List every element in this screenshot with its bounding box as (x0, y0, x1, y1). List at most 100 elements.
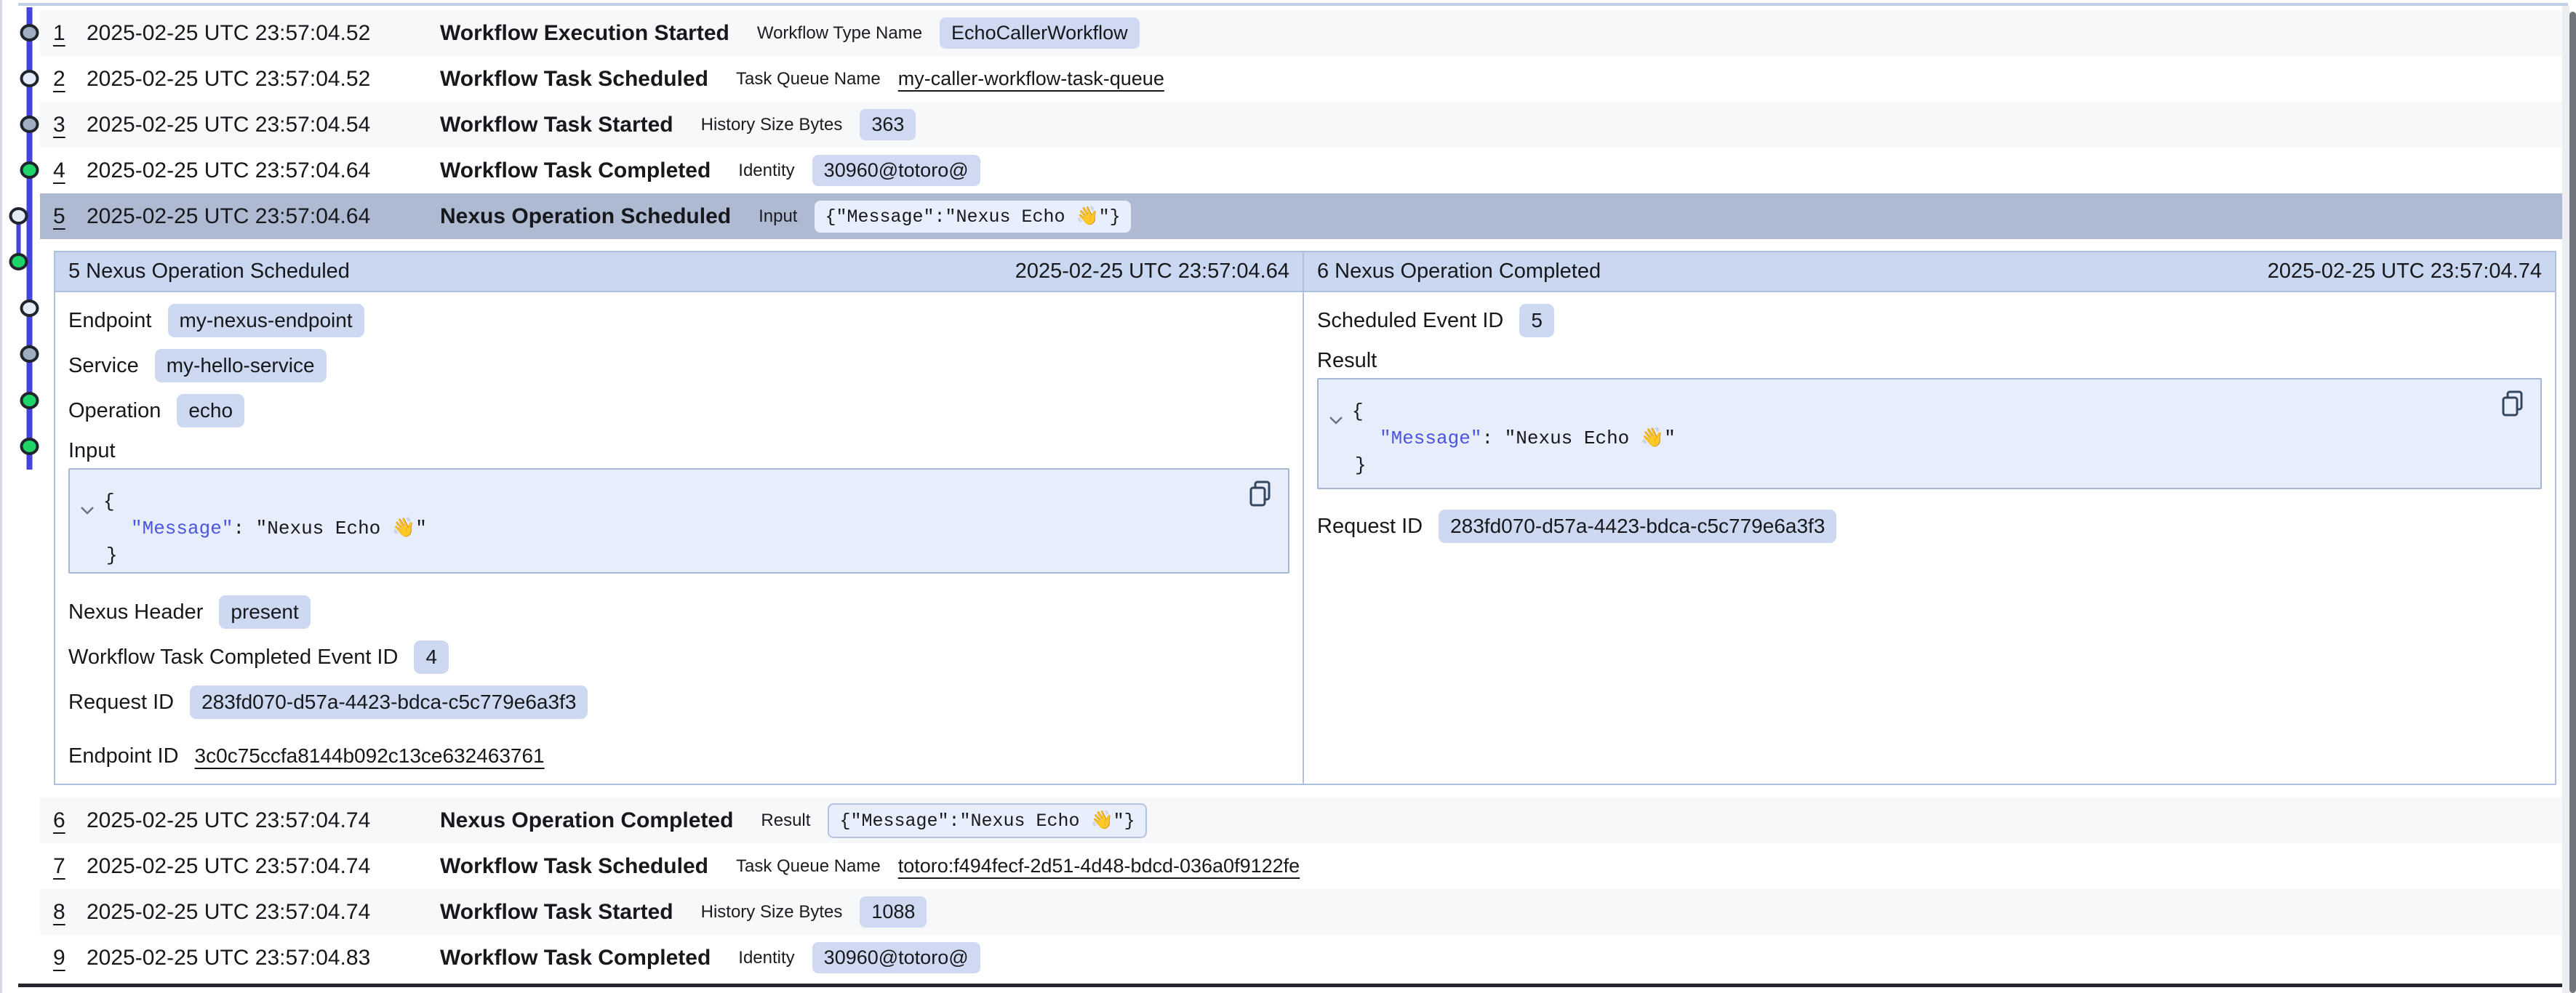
field-value-badge: 283fd070-d57a-4423-bdca-c5c779e6a3f3 (1439, 510, 1836, 543)
timeline-dot (22, 393, 38, 408)
field-value-badge: 283fd070-d57a-4423-bdca-c5c779e6a3f3 (190, 686, 588, 719)
event-detail-label: History Size Bytes (701, 115, 843, 135)
field-scheduled-event-id: Scheduled Event ID 5 (1317, 298, 2542, 343)
event-id-link[interactable]: 8 (53, 900, 72, 925)
event-name: Workflow Execution Started (440, 21, 729, 46)
timeline-dot (22, 347, 38, 361)
event-6-detail-card: 6 Nexus Operation Completed 2025-02-25 U… (1303, 252, 2555, 784)
history-event-row[interactable]: 2 2025-02-25 UTC 23:57:04.52 Workflow Ta… (40, 56, 2568, 102)
card-timestamp: 2025-02-25 UTC 23:57:04.64 (1015, 260, 1289, 284)
chevron-down-icon[interactable] (80, 497, 95, 524)
task-queue-link[interactable]: totoro:f494fecf-2d51-4d48-bdcd-036a0f912… (898, 855, 1300, 877)
chevron-down-icon[interactable] (1329, 407, 1343, 434)
task-queue-link[interactable]: my-caller-workflow-task-queue (898, 68, 1164, 90)
history-event-row-selected[interactable]: 5 2025-02-25 UTC 23:57:04.64 Nexus Opera… (40, 193, 2568, 239)
card-timestamp: 2025-02-25 UTC 23:57:04.74 (2268, 260, 2542, 284)
history-event-row[interactable]: 3 2025-02-25 UTC 23:57:04.54 Workflow Ta… (40, 102, 2568, 148)
json-key: "Message" (1380, 427, 1481, 449)
event-payload-badge: {"Message":"Nexus Echo 👋"} (815, 201, 1130, 233)
scrollbar-thumb[interactable] (2569, 12, 2576, 993)
top-divider (18, 3, 2568, 6)
bottom-divider (18, 984, 2568, 987)
event-6-card-header: 6 Nexus Operation Completed 2025-02-25 U… (1304, 252, 2555, 292)
timeline-dot (22, 439, 38, 454)
history-event-row[interactable]: 8 2025-02-25 UTC 23:57:04.74 Workflow Ta… (40, 889, 2568, 935)
history-event-row[interactable]: 4 2025-02-25 UTC 23:57:04.64 Workflow Ta… (40, 148, 2568, 193)
field-label: Endpoint ID (68, 744, 179, 768)
field-workflow-task-completed-event-id: Workflow Task Completed Event ID 4 (68, 635, 1289, 680)
history-event-list: 6 2025-02-25 UTC 23:57:04.74 Nexus Opera… (40, 797, 2568, 981)
json-brace: { (103, 491, 115, 512)
timeline-dot (11, 254, 27, 269)
event-id-link[interactable]: 4 (53, 158, 72, 183)
endpoint-id-link[interactable]: 3c0c75ccfa8144b092c13ce632463761 (195, 744, 545, 768)
event-id-link[interactable]: 7 (53, 854, 72, 879)
timeline-dot (11, 209, 27, 223)
event-payload-badge: {"Message":"Nexus Echo 👋"} (828, 803, 1146, 838)
event-detail-badge: EchoCallerWorkflow (940, 17, 1140, 49)
json-colon: : (233, 518, 255, 539)
field-label: Request ID (1317, 515, 1423, 539)
json-line: "Message": "Nexus Echo 👋" (70, 515, 1288, 542)
history-event-row[interactable]: 1 2025-02-25 UTC 23:57:04.52 Workflow Ex… (40, 10, 2568, 56)
timeline-dot (22, 25, 38, 40)
json-brace: } (106, 544, 118, 566)
event-timestamp: 2025-02-25 UTC 23:57:04.74 (87, 854, 420, 879)
field-label: Operation (68, 399, 161, 423)
field-request-id: Request ID 283fd070-d57a-4423-bdca-c5c77… (1317, 504, 2542, 549)
event-name: Workflow Task Completed (440, 946, 711, 970)
field-label: Nexus Header (68, 600, 203, 624)
field-label: Request ID (68, 691, 174, 715)
field-value-badge: 5 (1519, 304, 1554, 337)
event-detail-badge: 30960@totoro@ (812, 155, 980, 186)
field-result-label: Result (1317, 343, 2542, 378)
json-colon: : (1481, 427, 1504, 449)
field-label: Service (68, 354, 139, 378)
event-detail-badge: 1088 (860, 896, 927, 928)
event-timestamp: 2025-02-25 UTC 23:57:04.83 (87, 946, 420, 970)
field-label: Endpoint (68, 309, 152, 333)
event-detail-badge: 30960@totoro@ (812, 942, 980, 973)
field-label: Workflow Task Completed Event ID (68, 646, 398, 670)
event-detail-label: Identity (738, 161, 794, 181)
event-timestamp: 2025-02-25 UTC 23:57:04.64 (87, 158, 420, 183)
json-line: "Message": "Nexus Echo 👋" (1319, 425, 2540, 452)
event-detail-label: Task Queue Name (736, 69, 881, 89)
event-detail-label: Input (759, 206, 797, 227)
event-6-card-body: Scheduled Event ID 5 Result { "Message":… (1304, 292, 2555, 784)
workflow-history-panel: 1 2025-02-25 UTC 23:57:04.52 Workflow Ex… (0, 0, 2576, 993)
timeline-dot (22, 163, 38, 177)
json-value: "Nexus Echo 👋" (256, 518, 427, 539)
field-value-badge: my-nexus-endpoint (168, 304, 364, 337)
history-event-row[interactable]: 9 2025-02-25 UTC 23:57:04.83 Workflow Ta… (40, 935, 2568, 981)
event-id-link[interactable]: 2 (53, 67, 72, 92)
result-payload-viewer: { "Message": "Nexus Echo 👋" } (1317, 378, 2542, 489)
event-5-card-body: Endpoint my-nexus-endpoint Service my-he… (55, 292, 1303, 784)
field-value-badge: my-hello-service (155, 349, 327, 382)
field-label: Input (68, 439, 116, 463)
event-id-link[interactable]: 3 (53, 113, 72, 137)
json-line: { (70, 489, 1288, 515)
json-key: "Message" (131, 518, 233, 539)
event-name: Workflow Task Scheduled (440, 67, 708, 92)
event-name: Nexus Operation Scheduled (440, 204, 731, 229)
field-nexus-header: Nexus Header present (68, 590, 1289, 635)
event-id-link[interactable]: 1 (53, 21, 72, 46)
card-title: 6 Nexus Operation Completed (1317, 260, 1601, 284)
json-brace: } (1355, 454, 1367, 476)
timeline-dot (22, 117, 38, 132)
history-event-row[interactable]: 7 2025-02-25 UTC 23:57:04.74 Workflow Ta… (40, 843, 2568, 889)
field-value-badge: present (219, 595, 310, 629)
field-endpoint-id: Endpoint ID 3c0c75ccfa8144b092c13ce63246… (68, 733, 1289, 779)
event-5-card-header: 5 Nexus Operation Scheduled 2025-02-25 U… (55, 252, 1303, 292)
history-event-row[interactable]: 6 2025-02-25 UTC 23:57:04.74 Nexus Opera… (40, 797, 2568, 843)
json-line: { (1319, 398, 2540, 425)
json-brace: { (1352, 401, 1364, 422)
event-id-link[interactable]: 6 (53, 808, 72, 833)
timeline-dot (22, 301, 38, 315)
event-id-link[interactable]: 9 (53, 946, 72, 970)
event-name: Workflow Task Started (440, 900, 673, 925)
event-id-link[interactable]: 5 (53, 204, 72, 229)
event-timestamp: 2025-02-25 UTC 23:57:04.64 (87, 204, 420, 229)
input-payload-viewer: { "Message": "Nexus Echo 👋" } (68, 468, 1289, 574)
